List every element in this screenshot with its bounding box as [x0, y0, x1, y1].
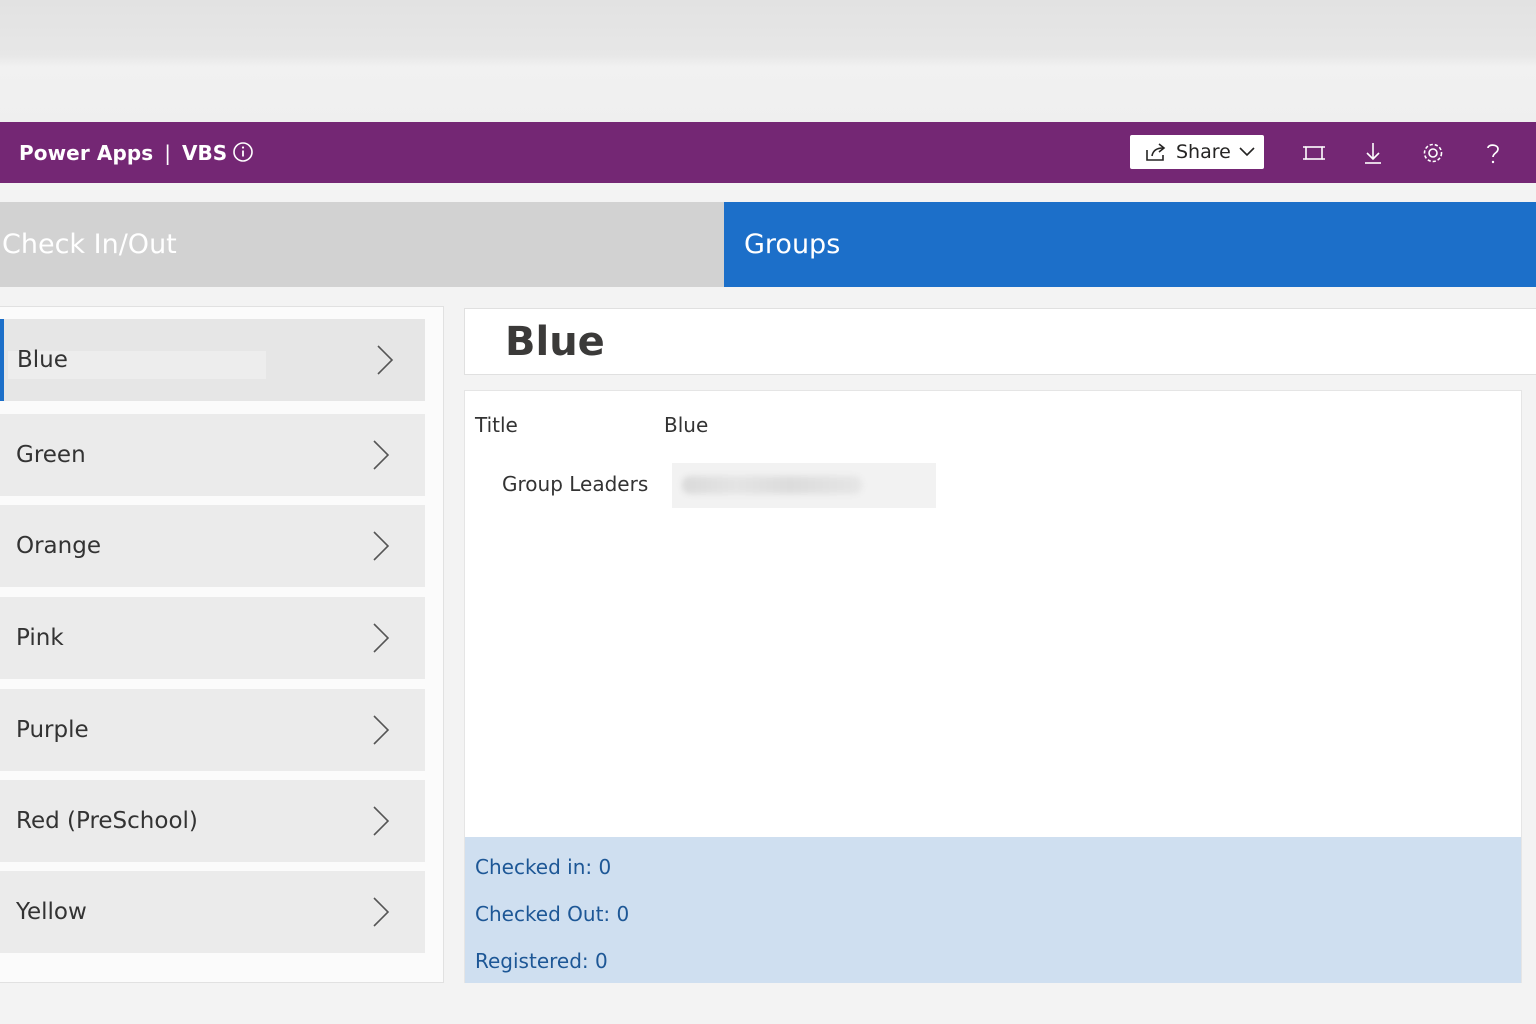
groups-gallery: Blue Green Orange Pink Purple Red (PreSc… [0, 306, 444, 983]
detail-form: Title Blue Group Leaders Checked in: 0 C… [464, 390, 1522, 983]
group-leaders-value [672, 463, 936, 508]
detail-title: Blue [505, 319, 605, 365]
group-leaders-label: Group Leaders [502, 472, 649, 496]
title-label: Title [475, 413, 518, 437]
app-title: VBS [182, 140, 228, 165]
title-separator: | [164, 140, 172, 165]
list-item-label: Orange [16, 533, 101, 559]
checked-out-count: Checked Out: 0 [475, 902, 630, 926]
list-item-label: Blue [17, 347, 68, 373]
fit-to-screen-icon[interactable] [1301, 140, 1327, 166]
app-name[interactable]: Power Apps [19, 141, 153, 165]
chevron-right-icon[interactable] [371, 805, 391, 837]
chevron-down-icon [1239, 147, 1255, 157]
settings-icon[interactable] [1420, 140, 1446, 166]
list-item-yellow[interactable]: Yellow [0, 871, 425, 953]
chevron-right-icon[interactable] [371, 622, 391, 654]
list-item-blue[interactable]: Blue [0, 319, 425, 401]
registered-count: Registered: 0 [475, 949, 608, 973]
list-item-purple[interactable]: Purple [0, 689, 425, 771]
navigation-bar: Check In/Out Groups [0, 202, 1536, 287]
title-value: Blue [664, 413, 709, 437]
list-item-green[interactable]: Green [0, 414, 425, 496]
list-item-label: Pink [16, 625, 64, 651]
list-item-label: Purple [16, 717, 89, 743]
info-icon[interactable] [232, 141, 254, 163]
chevron-right-icon[interactable] [371, 439, 391, 471]
share-label: Share [1176, 141, 1231, 163]
blurred-browser-area [0, 0, 1536, 122]
chevron-right-icon[interactable] [375, 344, 395, 376]
checked-in-count: Checked in: 0 [475, 855, 612, 879]
help-icon[interactable] [1480, 140, 1506, 166]
chevron-right-icon[interactable] [371, 896, 391, 928]
list-item-label: Red (PreSchool) [16, 808, 198, 834]
list-item-pink[interactable]: Pink [0, 597, 425, 679]
chevron-right-icon[interactable] [371, 714, 391, 746]
list-item-red-preschool[interactable]: Red (PreSchool) [0, 780, 425, 862]
chevron-right-icon[interactable] [371, 530, 391, 562]
share-button[interactable]: Share [1130, 135, 1264, 169]
stats-panel: Checked in: 0 Checked Out: 0 Registered:… [465, 837, 1521, 983]
tab-check-in-out[interactable]: Check In/Out [0, 202, 724, 287]
list-item-label: Green [16, 442, 86, 468]
download-icon[interactable] [1360, 140, 1386, 166]
list-item-label: Yellow [16, 899, 87, 925]
tab-groups[interactable]: Groups [724, 202, 1536, 287]
redacted-name [682, 476, 862, 494]
detail-header: Blue [464, 308, 1536, 375]
list-item-orange[interactable]: Orange [0, 505, 425, 587]
share-icon [1146, 143, 1166, 161]
